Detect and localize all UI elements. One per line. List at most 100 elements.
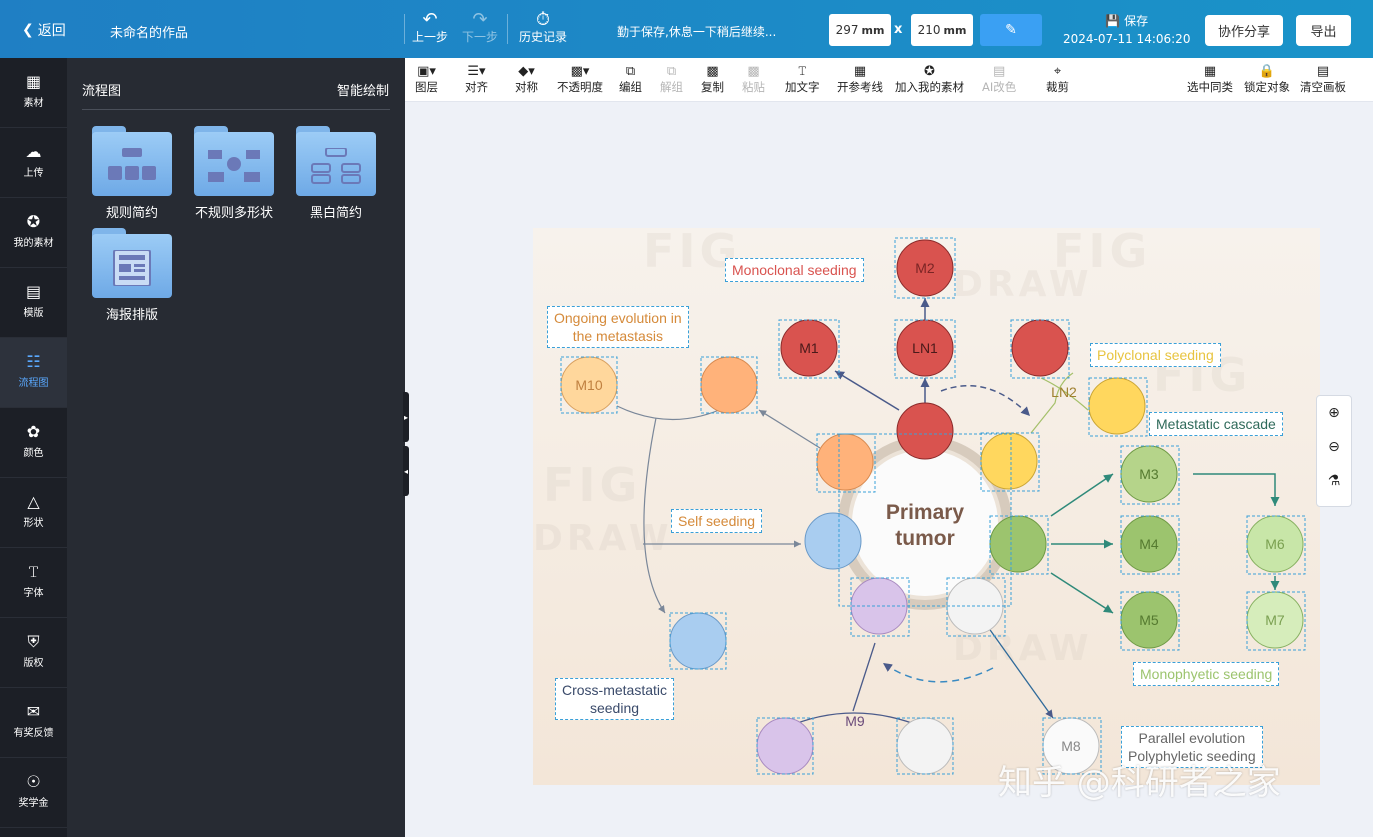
document-title[interactable]: 未命名的作品 [110,22,188,41]
panel-collapse-handle[interactable]: ▸ [403,392,409,442]
tool-label: 锁定对象 [1244,80,1290,94]
copy-icon: ▩ [706,64,719,79]
grid-icon: ▦ [25,72,42,91]
tool-label: 对齐 [465,80,488,94]
zoom-controls: ⊕ ⊖ ⚗ [1316,395,1352,507]
tool-select-similar[interactable]: ▦ 选中同类 [1187,64,1233,94]
folder-black-white[interactable]: 黑白简约 [291,126,381,221]
zhihu-watermark: 知乎 @科研者之家 [998,763,1281,803]
primary-tumor-line2: tumor [895,527,955,550]
edit-toolbar: ▣▾ 图层 ☰▾ 对齐 ◆▾ 对称 ▩▾ 不透明度 ⧉ 编组 ⧉ 解组 ▩ 复制 ▩ 粘贴 𝚃加… [405,58,1373,102]
nav-item-fonts[interactable]: 𝚃 字体 [0,548,67,618]
chevron-left-icon: ◂ [403,466,408,476]
nav-label: 上传 [23,168,44,179]
width-unit: mm [861,23,885,37]
tool-ai-color[interactable]: ▤ AI改色 [982,64,1016,94]
tool-add-text[interactable]: 𝚃 加文字 [785,64,820,94]
height-field[interactable]: 210 mm [911,14,973,46]
tool-group[interactable]: ⧉ 编组 [619,64,642,94]
back-label: 返回 [37,23,66,39]
folder-poster-layout[interactable]: 海报排版 [87,228,177,323]
add-text-icon: 𝚃 [797,64,807,79]
nav-item-colors[interactable]: ✿ 颜色 [0,408,67,478]
tool-add-material[interactable]: ✪ 加入我的素材 [895,64,964,94]
label-m8: M8 [1061,738,1081,754]
nav-label: 流程图 [18,378,49,389]
export-button[interactable]: 导出 [1296,15,1351,46]
tool-copy[interactable]: ▩ 复制 [701,64,724,94]
save-button[interactable]: 💾 保存 2024-07-11 14:06:20 [1063,12,1190,48]
tool-label: 不透明度 [557,80,603,94]
folder-regular-simple[interactable]: 规则简约 [87,126,177,221]
tool-clear[interactable]: ▤ 清空画板 [1300,64,1346,94]
tool-align[interactable]: ☰▾ 对齐 [465,64,488,94]
nav-label: 我的素材 [13,238,54,249]
annotation-polyclonal: Polyclonal seeding [1090,343,1221,367]
ai-color-icon: ▤ [992,64,1006,79]
nav-item-upload[interactable]: ☁ 上传 [0,128,67,198]
panel-expand-handle[interactable]: ◂ [403,446,409,496]
annotation-self-seeding: Self seeding [671,509,763,533]
back-button[interactable]: ❮ 返回 [22,20,66,40]
divider [507,14,508,44]
nav-item-materials[interactable]: ▦ 素材 [0,58,67,128]
tool-label: 粘贴 [742,80,765,94]
tool-label: 清空画板 [1300,80,1346,94]
tool-paste[interactable]: ▩ 粘贴 [742,64,765,94]
text-icon: 𝚃 [27,562,40,581]
redo-button[interactable]: ↷ 下一步 [462,9,498,45]
paste-icon: ▩ [747,64,760,79]
nav-item-copyright[interactable]: ⛨ 版权 [0,618,67,688]
design-canvas[interactable]: FIG FIG DRAW FIG DRAW DRAW FIG M2 M1 LN1… [533,228,1320,785]
star-icon: ✪ [26,212,41,231]
annotation-line: the metastasis [572,328,663,344]
undo-icon: ↶ [422,9,438,30]
zoom-in-icon[interactable]: ⊕ [1317,396,1351,430]
redo-icon: ↷ [472,9,488,30]
nav-label: 颜色 [23,448,44,459]
node-blue-cross [669,612,727,670]
paint-bucket-icon[interactable]: ⚗ [1317,464,1351,498]
label-m6: M6 [1265,536,1285,552]
nav-label: 有奖反馈 [13,728,54,739]
edit-size-button[interactable]: ✎ [980,14,1042,46]
divider [404,14,405,44]
tool-crop[interactable]: ⌖ 裁剪 [1046,64,1069,94]
folder-label: 黑白简约 [309,206,362,221]
label-ln2: LN2 [1051,384,1077,400]
tool-opacity[interactable]: ▩▾ 不透明度 [557,64,603,94]
share-button[interactable]: 协作分享 [1205,15,1283,46]
smart-draw-button[interactable]: 智能绘制 [337,80,389,99]
undo-button[interactable]: ↶ 上一步 [412,9,448,45]
nav-item-templates[interactable]: ▤ 模版 [0,268,67,338]
tool-label: 开参考线 [837,80,883,94]
annotation-monophyletic: Monophyetic seeding [1133,662,1280,686]
tool-lock[interactable]: 🔒 锁定对象 [1244,64,1290,94]
tool-ungroup[interactable]: ⧉ 解组 [660,64,683,94]
left-nav: ▦ 素材 ☁ 上传 ✪ 我的素材 ▤ 模版 ☷ 流程图 ✿ 颜色 △ 形状 𝚃 … [0,58,67,837]
tool-guides[interactable]: ▦ 开参考线 [837,64,883,94]
node-white-m9 [896,717,954,775]
folder-label: 规则简约 [105,206,158,221]
nav-item-shapes[interactable]: △ 形状 [0,478,67,548]
annotation-line: Ongoing evolution in [554,310,682,326]
nav-item-my-materials[interactable]: ✪ 我的素材 [0,198,67,268]
annotation-ongoing: Ongoing evolution in the metastasis [547,306,689,348]
primary-tumor-label: Primary tumor [886,500,964,552]
node-orange-core [816,433,874,491]
tool-symmetry[interactable]: ◆▾ 对称 [515,64,538,94]
layer-icon: ▣▾ [417,64,436,79]
tool-label: 解组 [660,80,683,94]
history-button[interactable]: ⏱ 历史记录 [519,10,567,45]
tool-layer[interactable]: ▣▾ 图层 [415,64,438,94]
folder-irregular-shapes[interactable]: 不规则多形状 [189,126,279,221]
width-field[interactable]: 297 mm [829,14,891,46]
node-red-core [896,402,954,460]
nav-item-flowchart[interactable]: ☷ 流程图 [0,338,67,408]
nav-item-feedback[interactable]: ✉ 有奖反馈 [0,688,67,758]
node-yellow-core [980,432,1038,490]
label-m2: M2 [915,260,935,276]
nav-item-scholarship[interactable]: ☉ 奖学金 [0,758,67,828]
zoom-out-icon[interactable]: ⊖ [1317,430,1351,464]
node-orange-1 [700,356,758,414]
